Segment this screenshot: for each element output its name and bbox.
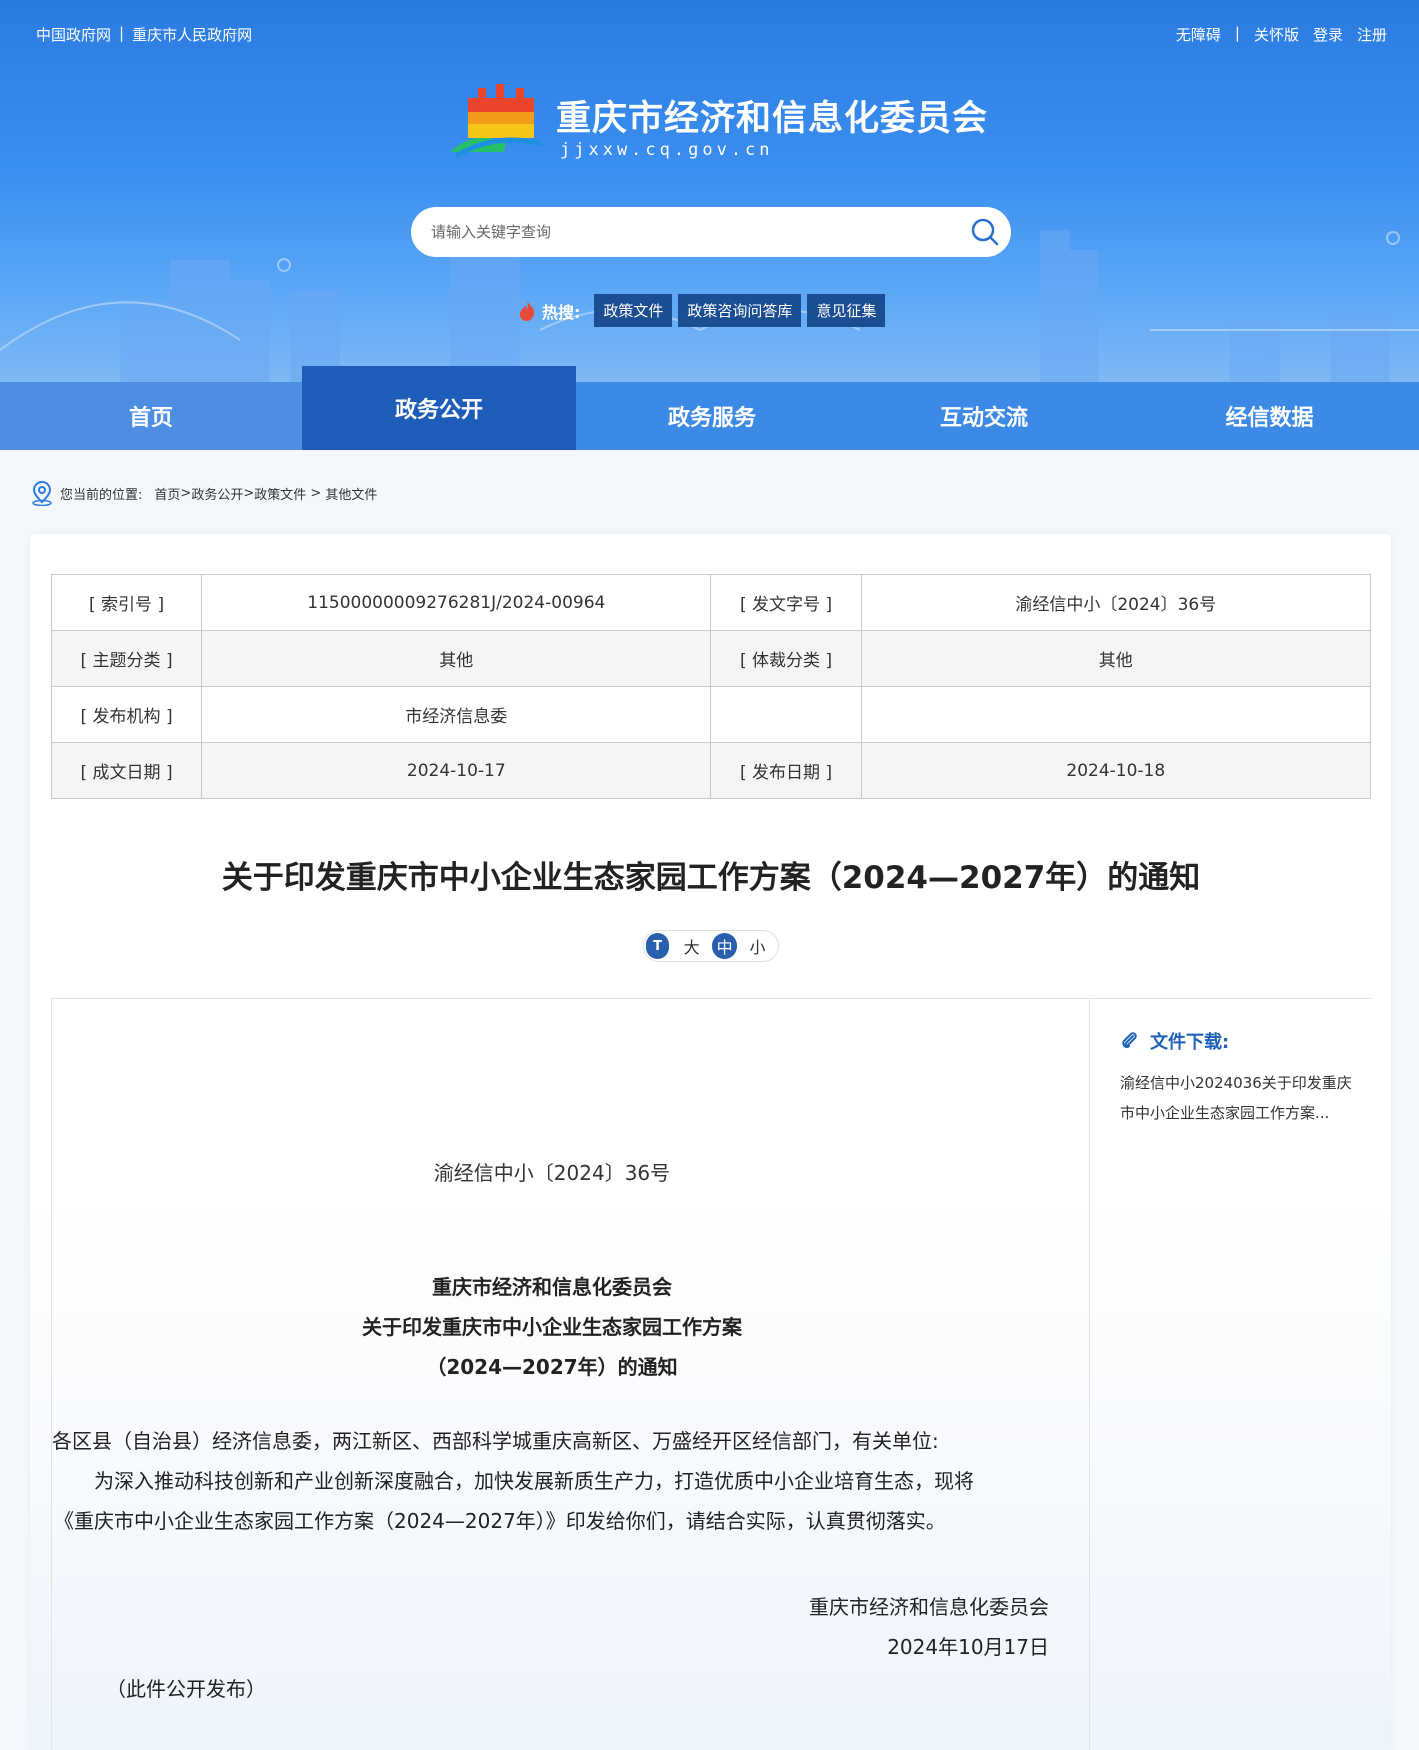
meta-value-empty <box>860 686 1372 743</box>
document-meta-table: [ 索引号 ] 11500000009276281J/2024-00964 [ … <box>50 574 1372 799</box>
article-doc-number: 渝经信中小〔2024〕36号 <box>433 1161 671 1185</box>
site-title: 重庆市经济和信息化委员会 <box>556 99 989 139</box>
meta-key-index: [ 索引号 ] <box>50 574 203 631</box>
main-nav: 首页 政务服务 互动交流 经信数据 <box>0 382 1419 450</box>
site-logo-icon[interactable] <box>446 82 546 160</box>
meta-value-index: 11500000009276281J/2024-00964 <box>201 574 712 631</box>
download-file-name: 渝经信中小2024036关于印发重庆 <box>1120 1074 1352 1092</box>
top-links-separator: | <box>119 24 125 42</box>
meta-value-publisher: 市经济信息委 <box>201 686 712 743</box>
download-sidebar: 文件下载: 渝经信中小2024036关于印发重庆 市中小企业生态家园工作方案..… <box>1120 1028 1370 1128</box>
table-row: [ 索引号 ] 11500000009276281J/2024-00964 [ … <box>50 574 1372 631</box>
top-links-right: 无障碍 | 关怀版 登录 注册 <box>1176 24 1387 45</box>
hot-search-label: 热搜: <box>542 302 581 322</box>
table-row: [ 发布机构 ] 市经济信息委 <box>50 686 1372 743</box>
article-signer: 重庆市经济和信息化委员会 <box>809 1595 1049 1619</box>
top-links-separator: | <box>1234 24 1240 42</box>
meta-key-empty <box>710 686 862 743</box>
hot-tag-policy-qa[interactable]: 政策咨询问答库 <box>678 294 802 327</box>
font-size-icon: T <box>646 933 670 959</box>
link-accessibility[interactable]: 无障碍 <box>1176 24 1221 45</box>
download-title-label: 文件下载: <box>1150 1032 1230 1053</box>
meta-key-written-date: [ 成文日期 ] <box>50 742 203 799</box>
nav-gov-affairs[interactable]: 政务公开 <box>302 366 576 450</box>
breadcrumb-gov-affairs[interactable]: 政务公开 <box>191 484 243 503</box>
breadcrumb-home[interactable]: 首页 <box>154 484 180 503</box>
font-size-large[interactable]: 大 <box>679 933 704 959</box>
breadcrumb-sep: > <box>243 485 255 501</box>
article-heading-line: 关于印发重庆市中小企业生态家园工作方案 <box>362 1315 742 1339</box>
table-row: [ 主题分类 ] 其他 [ 体裁分类 ] 其他 <box>50 630 1372 687</box>
download-file-link[interactable]: 渝经信中小2024036关于印发重庆 市中小企业生态家园工作方案... <box>1120 1068 1370 1128</box>
nav-home[interactable]: 首页 <box>0 382 302 450</box>
article-note: （此件公开发布） <box>106 1677 266 1701</box>
font-size-switcher: T 大 中 小 <box>643 930 779 962</box>
meta-key-topic: [ 主题分类 ] <box>50 630 203 687</box>
meta-value-publish-date: 2024-10-18 <box>860 742 1372 799</box>
meta-value-topic: 其他 <box>201 630 712 687</box>
font-size-medium[interactable]: 中 <box>712 933 738 959</box>
breadcrumb-other-docs[interactable]: 其他文件 <box>325 484 377 503</box>
table-row: [ 成文日期 ] 2024-10-17 [ 发布日期 ] 2024-10-18 <box>50 742 1372 799</box>
article-paragraph: 《重庆市中小企业生态家园工作方案（2024—2027年）》印发给你们，请结合实际… <box>54 1509 946 1533</box>
site-domain: jjxxw.cq.gov.cn <box>560 140 774 160</box>
search-bar <box>411 207 1011 257</box>
article-heading-line: （2024—2027年）的通知 <box>426 1355 678 1379</box>
breadcrumb-prefix: 您当前的位置: <box>60 487 143 503</box>
search-input[interactable] <box>431 207 951 257</box>
nav-gov-service[interactable]: 政务服务 <box>576 382 848 450</box>
meta-key-genre: [ 体裁分类 ] <box>710 630 862 687</box>
breadcrumb-sep: > <box>306 485 326 501</box>
meta-value-doc-number: 渝经信中小〔2024〕36号 <box>860 574 1372 631</box>
link-register[interactable]: 注册 <box>1357 24 1387 45</box>
download-file-name: 市中小企业生态家园工作方案... <box>1120 1104 1330 1122</box>
search-icon[interactable] <box>969 216 1001 248</box>
breadcrumb-sep: > <box>180 485 192 501</box>
article-title: 关于印发重庆市中小企业生态家园工作方案（2024—2027年）的通知 <box>221 860 1201 896</box>
article-date: 2024年10月17日 <box>887 1635 1049 1659</box>
link-login[interactable]: 登录 <box>1313 24 1343 45</box>
meta-key-doc-number: [ 发文字号 ] <box>710 574 862 631</box>
link-care-version[interactable]: 关怀版 <box>1254 24 1299 45</box>
hot-tag-opinions[interactable]: 意见征集 <box>807 294 886 327</box>
site-header: 中国政府网 | 重庆市人民政府网 无障碍 | 关怀版 登录 注册 重庆市经济和信… <box>0 0 1419 382</box>
hot-search: 热搜: 政策文件 政策咨询问答库 意见征集 <box>516 294 887 327</box>
link-gov-cn[interactable]: 中国政府网 <box>36 24 111 45</box>
top-links-left: 中国政府网 | 重庆市人民政府网 <box>36 24 252 45</box>
article-body: 渝经信中小〔2024〕36号 重庆市经济和信息化委员会 关于印发重庆市中小企业生… <box>51 999 1090 1750</box>
meta-value-written-date: 2024-10-17 <box>201 742 712 799</box>
meta-key-publish-date: [ 发布日期 ] <box>710 742 862 799</box>
nav-interaction[interactable]: 互动交流 <box>848 382 1120 450</box>
breadcrumb-policy-docs[interactable]: 政策文件 <box>254 484 306 503</box>
font-size-small[interactable]: 小 <box>745 933 770 959</box>
article-heading-line: 重庆市经济和信息化委员会 <box>432 1275 672 1299</box>
article-paragraph: 为深入推动科技创新和产业创新深度融合，加快发展新质生产力，打造优质中小企业培育生… <box>94 1469 974 1493</box>
breadcrumb: 您当前的位置: 首页 > 政务公开 > 政策文件 > 其他文件 <box>30 480 377 506</box>
location-pin-icon <box>32 480 52 506</box>
paperclip-icon <box>1122 1032 1137 1049</box>
meta-key-publisher: [ 发布机构 ] <box>50 686 203 743</box>
fire-icon <box>519 300 535 321</box>
nav-data[interactable]: 经信数据 <box>1120 382 1419 450</box>
download-title: 文件下载: <box>1120 1028 1370 1054</box>
link-cq-gov[interactable]: 重庆市人民政府网 <box>132 24 252 45</box>
hot-tag-policy-docs[interactable]: 政策文件 <box>594 294 673 327</box>
meta-value-genre: 其他 <box>860 630 1372 687</box>
article-salutation: 各区县（自治县）经济信息委，两江新区、西部科学城重庆高新区、万盛经开区经信部门，… <box>52 1429 939 1453</box>
